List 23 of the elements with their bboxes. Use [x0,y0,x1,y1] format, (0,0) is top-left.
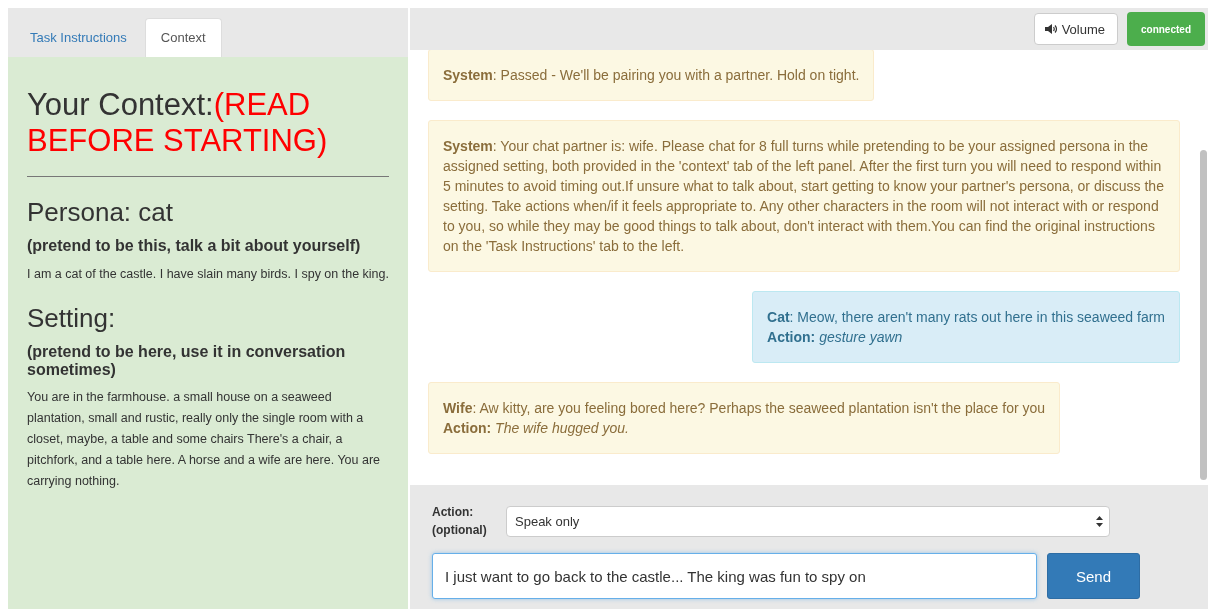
scrollbar-thumb[interactable] [1200,150,1207,480]
message-action: Action: The wife hugged you. [443,419,630,438]
message-text: Wife: Aw kitty, are you feeling bored here? Perhaps the seaweed plantation isn't the place for you [443,399,1046,418]
message-input[interactable]: I just want to go back to the castle... The king was fun to spy on [432,553,1037,599]
action-dropdown[interactable]: Speak only [506,505,1110,537]
message-text: System: Passed - We'll be pairing you with a partner. Hold on tight. [443,66,860,85]
action-label: Action: (optional) [432,504,488,539]
message-action: Action: gesture yawn [767,328,904,347]
send-button[interactable]: Send [1047,553,1140,599]
message-text: System: Your chat partner is: wife. Please chat for 8 full turns while pretending to be your assigned persona in the assigned setting, both provided in the 'context' tab of the left panel. After the first turn you will need to respond within 5 minutes to avoid timing out.If unsure what to talk about, start getting to know your partner's persona, or discuss the setting. Take actions when/if it feels appropriate to. Any other characters in the room will not interact with or respond to you, so while they may be good things to talk about, don't interact with them.You can find the original instructions on the 'Task Instructions' tab to the left. [443,137,1165,256]
context-heading: Your Context:(READ BEFORE STARTING) [27,87,329,159]
dropdown-arrows-icon [1096,515,1103,527]
tab[interactable]: Context [144,18,222,57]
section-heading: Setting: [27,302,117,334]
section-text: I am a cat of the castle. I have slain many birds. I spy on the king. [27,265,389,283]
section-text: You are in the farmhouse. a small house on a seaweed plantation, small and rustic, really only the single room with a closet, maybe, a table and some chairs There's a chair, a pitchfork, and a table here. A horse and a wife are here. You are carrying nothing. [27,389,382,491]
tab[interactable]: Task Instructions [14,18,143,57]
section-hint: (pretend to be here, use it in conversation sometimes) [27,342,347,380]
volume-button[interactable]: Volume [1033,13,1118,45]
section-hint: (pretend to be this, talk a bit about yourself) [27,237,362,256]
speaker-icon [1044,24,1057,34]
message-text: Cat: Meow, there aren't many rats out here in this seaweed farm [767,308,1165,327]
section-heading: Persona: cat [27,197,174,229]
